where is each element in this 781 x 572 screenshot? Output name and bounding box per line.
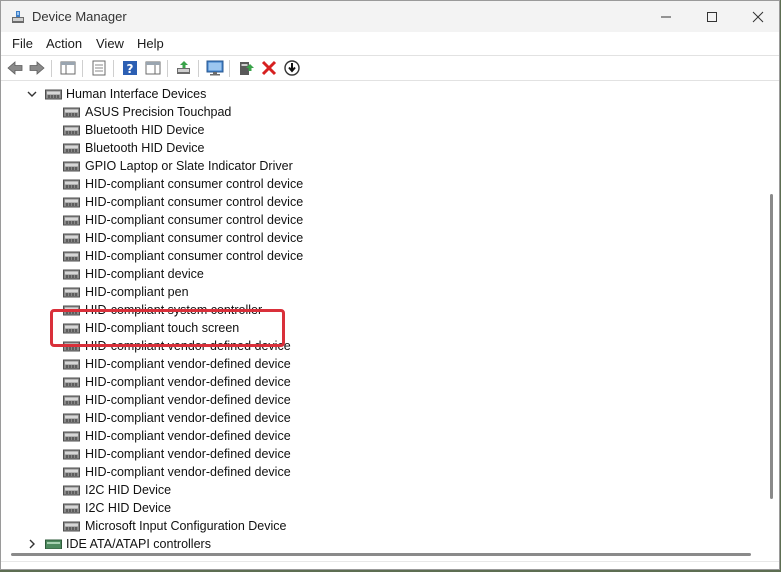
toolbar-separator bbox=[198, 60, 199, 77]
minimize-button[interactable] bbox=[643, 1, 689, 32]
maximize-button[interactable] bbox=[689, 1, 735, 32]
toolbar-separator bbox=[229, 60, 230, 77]
update-driver-icon[interactable] bbox=[175, 59, 193, 77]
tree-device-label: HID-compliant consumer control device bbox=[85, 177, 304, 191]
tree-category-label: Human Interface Devices bbox=[66, 87, 207, 101]
hid-device-icon bbox=[63, 107, 80, 118]
horizontal-scrollbar-thumb[interactable] bbox=[11, 553, 751, 556]
hid-device-icon bbox=[63, 359, 80, 370]
tree-device-label: I2C HID Device bbox=[85, 501, 172, 515]
toolbar-separator bbox=[82, 60, 83, 77]
close-button[interactable] bbox=[735, 1, 779, 32]
close-icon bbox=[752, 11, 764, 22]
toolbar-separator bbox=[113, 60, 114, 77]
status-bar bbox=[1, 561, 779, 569]
hid-device-icon bbox=[63, 161, 80, 172]
help-icon[interactable]: ? bbox=[121, 59, 139, 77]
hid-device-icon bbox=[63, 431, 80, 442]
svg-text:?: ? bbox=[127, 62, 134, 76]
toolbar-separator bbox=[167, 60, 168, 77]
tree-device-label: HID-compliant touch screen bbox=[85, 321, 240, 335]
tree-device-label: HID-compliant vendor-defined device bbox=[85, 411, 291, 425]
menu-bar: File Action View Help bbox=[1, 32, 779, 55]
menu-file[interactable]: File bbox=[12, 36, 33, 51]
chevron-right-icon[interactable] bbox=[27, 539, 37, 549]
tree-device-label: HID-compliant vendor-defined device bbox=[85, 465, 291, 479]
tree-device-label: HID-compliant consumer control device bbox=[85, 249, 304, 263]
tree-device-label: HID-compliant device bbox=[85, 267, 204, 281]
hid-device-icon bbox=[63, 251, 80, 262]
add-driver-icon[interactable] bbox=[237, 59, 255, 77]
device-manager-window: Device Manager File Action View Help ? H… bbox=[0, 0, 780, 570]
action-pane-icon[interactable] bbox=[144, 59, 162, 77]
tree-device-label: HID-compliant pen bbox=[85, 285, 189, 299]
toolbar: ? bbox=[1, 55, 779, 81]
hid-device-icon bbox=[63, 467, 80, 478]
disable-device-icon[interactable] bbox=[283, 59, 301, 77]
hid-device-icon bbox=[63, 215, 80, 226]
menu-help[interactable]: Help bbox=[137, 36, 164, 51]
tree-device-label: Bluetooth HID Device bbox=[85, 123, 205, 137]
tree-device-label: HID-compliant vendor-defined device bbox=[85, 339, 291, 353]
tree-device-label: Bluetooth HID Device bbox=[85, 141, 205, 155]
hid-device-icon bbox=[63, 521, 80, 532]
uninstall-device-icon[interactable] bbox=[260, 59, 278, 77]
tree-device-label: HID-compliant vendor-defined device bbox=[85, 357, 291, 371]
hid-device-icon bbox=[63, 305, 80, 316]
scan-hardware-changes-icon[interactable] bbox=[206, 59, 224, 77]
show-hide-console-tree-icon[interactable] bbox=[59, 59, 77, 77]
hid-device-icon bbox=[63, 287, 80, 298]
tree-device-label: HID-compliant consumer control device bbox=[85, 213, 304, 227]
hid-device-icon bbox=[63, 485, 80, 496]
hid-device-icon bbox=[63, 179, 80, 190]
hid-device-icon bbox=[63, 125, 80, 136]
tree-device-label: HID-compliant system controller bbox=[85, 303, 263, 317]
tree-device-label: Microsoft Input Configuration Device bbox=[85, 519, 287, 533]
hid-device-icon bbox=[63, 233, 80, 244]
tree-device-label: ASUS Precision Touchpad bbox=[85, 105, 232, 119]
properties-icon[interactable] bbox=[90, 59, 108, 77]
hid-device-icon bbox=[45, 89, 62, 100]
hid-device-icon bbox=[63, 413, 80, 424]
tree-device-label: GPIO Laptop or Slate Indicator Driver bbox=[85, 159, 293, 173]
vertical-scrollbar[interactable] bbox=[764, 84, 779, 549]
tree-category-label: IDE ATA/ATAPI controllers bbox=[66, 537, 211, 549]
tree-device-label: HID-compliant consumer control device bbox=[85, 231, 304, 245]
hid-device-icon bbox=[63, 323, 80, 334]
forward-arrow-icon[interactable] bbox=[28, 59, 46, 77]
title-bar[interactable]: Device Manager bbox=[1, 1, 779, 32]
tree-device-label: HID-compliant vendor-defined device bbox=[85, 447, 291, 461]
tree-device-label: HID-compliant vendor-defined device bbox=[85, 429, 291, 443]
hid-device-icon bbox=[63, 341, 80, 352]
hid-device-icon bbox=[63, 503, 80, 514]
horizontal-scrollbar[interactable] bbox=[1, 549, 779, 561]
menu-action[interactable]: Action bbox=[46, 36, 82, 51]
hid-device-icon bbox=[63, 269, 80, 280]
hid-device-icon bbox=[63, 395, 80, 406]
maximize-icon bbox=[707, 11, 717, 22]
hid-device-icon bbox=[63, 449, 80, 460]
vertical-scrollbar-thumb[interactable] bbox=[770, 194, 773, 499]
toolbar-separator bbox=[51, 60, 52, 77]
tree-device-label: HID-compliant vendor-defined device bbox=[85, 375, 291, 389]
ide-controller-icon bbox=[45, 539, 62, 549]
menu-view[interactable]: View bbox=[96, 36, 124, 51]
hid-device-icon bbox=[63, 197, 80, 208]
hid-device-icon bbox=[63, 143, 80, 154]
device-tree: Human Interface Devices ASUS Precision T… bbox=[5, 84, 761, 549]
tree-device-label: HID-compliant consumer control device bbox=[85, 195, 304, 209]
chevron-down-icon[interactable] bbox=[27, 89, 37, 99]
tree-device-label: I2C HID Device bbox=[85, 483, 172, 497]
tree-device-label: HID-compliant vendor-defined device bbox=[85, 393, 291, 407]
window-title: Device Manager bbox=[32, 9, 127, 24]
back-arrow-icon[interactable] bbox=[6, 59, 24, 77]
device-manager-app-icon bbox=[12, 11, 24, 23]
minimize-icon bbox=[661, 16, 671, 17]
hid-device-icon bbox=[63, 377, 80, 388]
